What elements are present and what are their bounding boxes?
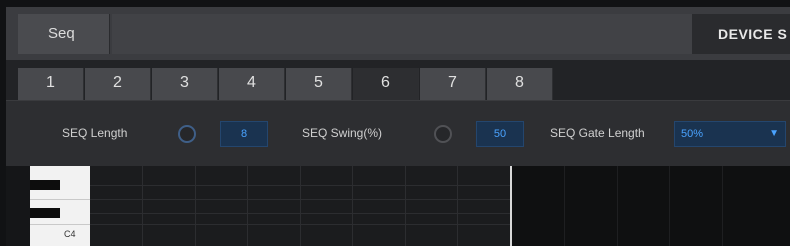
device-tab[interactable]: DEVICE S <box>692 14 790 54</box>
tab-8[interactable]: 8 <box>487 68 553 100</box>
piano-black-key[interactable] <box>30 180 60 190</box>
grid-column-line <box>247 166 248 246</box>
seq-gate-length-value: 50% <box>681 128 704 140</box>
tab-4[interactable]: 4 <box>219 68 285 100</box>
grid-column-line <box>300 166 301 246</box>
grid-column-line <box>195 166 196 246</box>
caret-down-icon: ▼ <box>769 128 779 139</box>
seq-length-label: SEQ Length <box>62 126 128 140</box>
grid-column-line <box>405 166 406 246</box>
note-label-c4: C4 <box>64 229 76 239</box>
piano-black-key[interactable] <box>30 208 60 218</box>
note-grid[interactable] <box>90 166 510 246</box>
grid-column-line <box>669 166 670 246</box>
grid-column-line <box>722 166 723 246</box>
seq-gate-length-dropdown[interactable]: 50% ▼ <box>674 121 786 147</box>
tab-1[interactable]: 1 <box>18 68 84 100</box>
inactive-grid-area <box>512 166 790 246</box>
grid-column-line <box>352 166 353 246</box>
seq-swing-value[interactable]: 50 <box>476 121 524 147</box>
sequence-tab-bar: 1 2 3 4 5 6 7 8 <box>6 60 790 100</box>
sequencer-panel: Seq DEVICE S 1 2 3 4 5 6 7 8 SEQ Length … <box>6 7 790 246</box>
panel-header: Seq DEVICE S <box>6 7 790 60</box>
key-divider <box>30 199 90 200</box>
seq-gate-length-label: SEQ Gate Length <box>550 126 645 140</box>
key-divider <box>30 224 90 225</box>
seq-length-value[interactable]: 8 <box>220 121 268 147</box>
sequence-controls: SEQ Length 8 SEQ Swing(%) 50 SEQ Gate Le… <box>6 100 790 167</box>
piano-roll: C4 <box>6 166 790 246</box>
seq-swing-knob[interactable] <box>434 125 452 143</box>
tab-2[interactable]: 2 <box>85 68 151 100</box>
seq-length-knob[interactable] <box>178 125 196 143</box>
grid-column-line <box>457 166 458 246</box>
tab-3[interactable]: 3 <box>152 68 218 100</box>
seq-tab[interactable]: Seq <box>18 14 110 54</box>
tab-7[interactable]: 7 <box>420 68 486 100</box>
piano-keyboard: C4 <box>30 166 90 246</box>
grid-column-line <box>564 166 565 246</box>
header-spacer <box>112 14 692 54</box>
tab-5[interactable]: 5 <box>286 68 352 100</box>
seq-swing-label: SEQ Swing(%) <box>302 126 383 140</box>
grid-column-line <box>617 166 618 246</box>
tab-6[interactable]: 6 <box>353 68 419 100</box>
grid-column-line <box>142 166 143 246</box>
